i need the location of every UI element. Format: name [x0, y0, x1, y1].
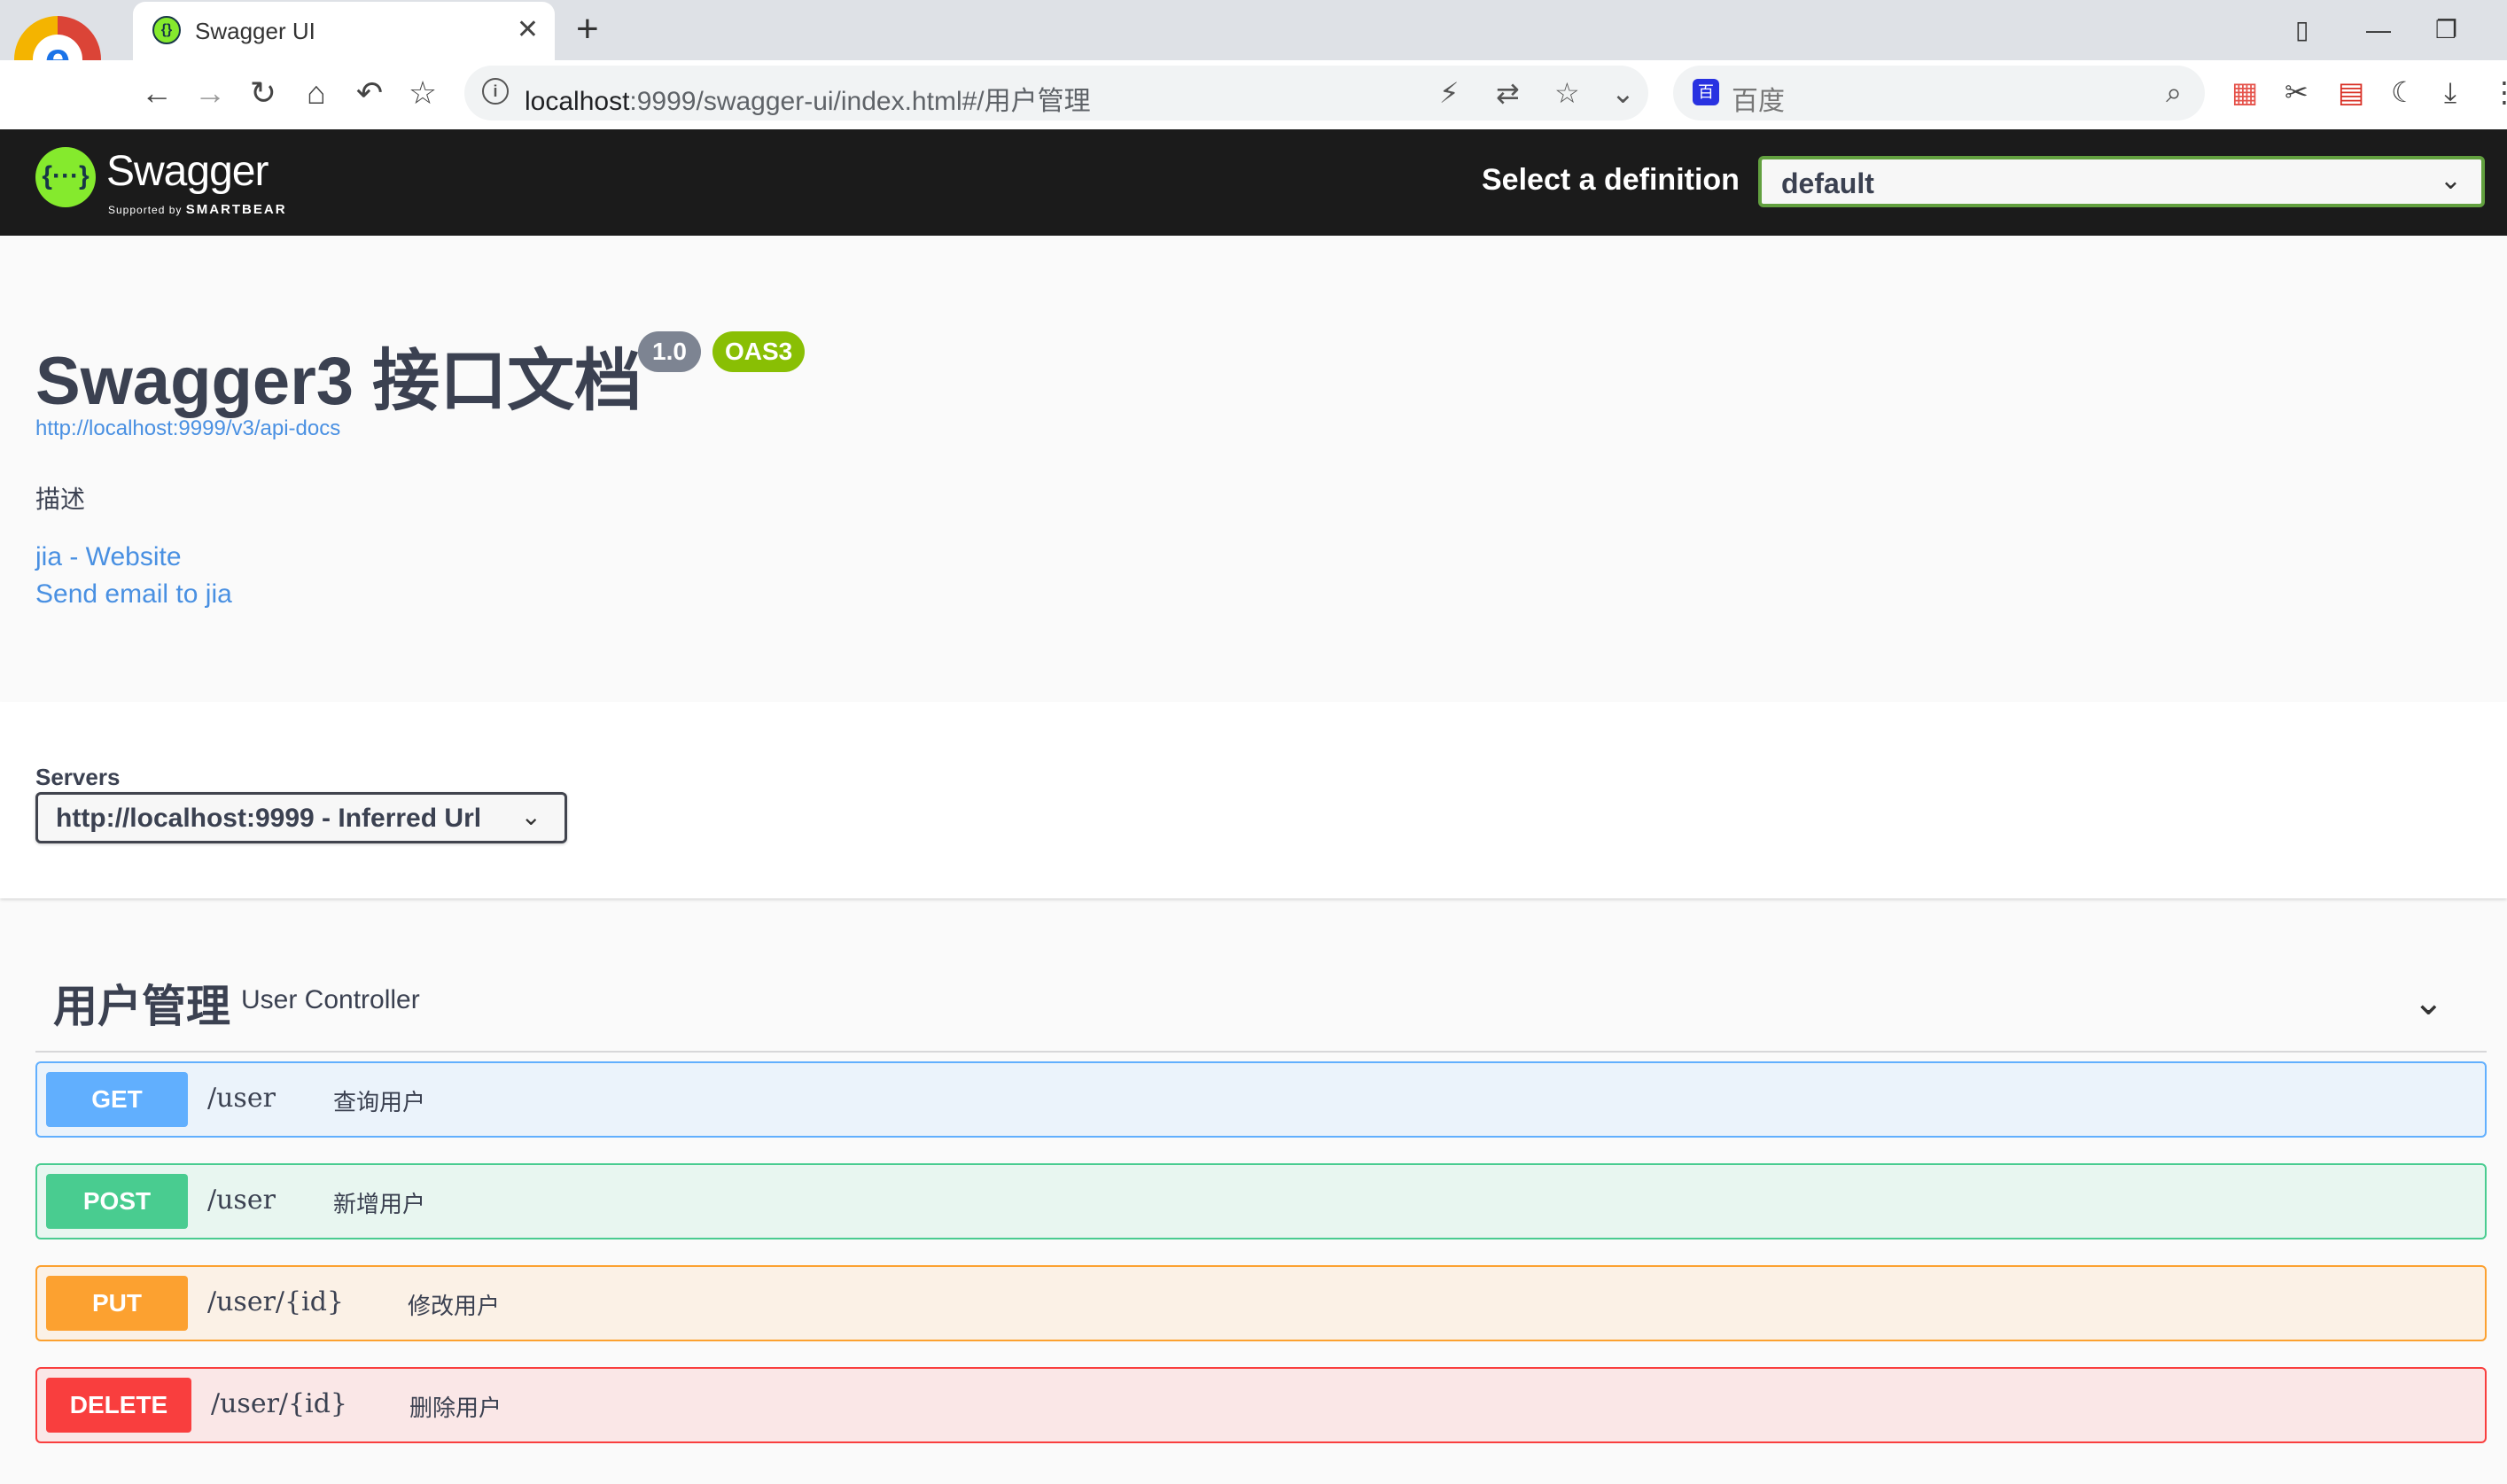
method-badge-delete: DELETE — [46, 1378, 191, 1433]
swagger-logo-icon[interactable]: {···} — [35, 147, 96, 207]
search-icon[interactable]: ⌕ — [2166, 76, 2182, 110]
operation-path: /user — [207, 1185, 276, 1216]
operation-path: /user/{id} — [207, 1286, 344, 1317]
operation-path: /user/{id} — [211, 1388, 347, 1419]
method-badge-get: GET — [46, 1072, 188, 1127]
new-tab-icon[interactable]: + — [576, 7, 599, 51]
operation-delete-user-id[interactable]: DELETE /user/{id} 删除用户 — [35, 1367, 2487, 1443]
address-bar[interactable]: i localhost:9999/swagger-ui/index.html#/… — [464, 66, 1648, 120]
address-url[interactable]: localhost:9999/swagger-ui/index.html#/用户… — [525, 79, 1091, 118]
minimize-icon[interactable]: — — [2366, 12, 2391, 48]
search-box[interactable]: 百 百度 ⌕ — [1673, 66, 2205, 120]
tag-description: User Controller — [241, 985, 420, 1014]
api-title: Swagger3 接口文档 — [35, 344, 642, 419]
operation-summary: 查询用户 — [333, 1089, 426, 1115]
menu-icon[interactable]: ⋮ — [2490, 74, 2507, 110]
operation-path: /user — [207, 1083, 276, 1114]
email-link[interactable]: Send email to jia — [35, 579, 232, 610]
apps-grid-icon[interactable]: ▦ — [2231, 74, 2258, 110]
back-icon[interactable]: ← — [135, 71, 179, 115]
chevron-down-icon: ⌄ — [520, 803, 541, 830]
operation-summary: 新增用户 — [333, 1191, 426, 1217]
download-icon[interactable]: ⤓ — [2444, 74, 2456, 110]
select-definition-label: Select a definition — [1482, 163, 1740, 197]
swagger-brand[interactable]: Swagger — [106, 147, 269, 196]
bookmark-star-icon[interactable]: ☆ — [401, 71, 445, 115]
operation-put-user-id[interactable]: PUT /user/{id} 修改用户 — [35, 1265, 2487, 1341]
tab-strip-icon[interactable]: ▯ — [2295, 12, 2308, 48]
browser-tab[interactable]: {} Swagger UI ✕ — [133, 2, 555, 60]
method-badge-post: POST — [46, 1174, 188, 1229]
home-icon[interactable]: ⌂ — [294, 71, 339, 115]
servers-select[interactable]: http://localhost:9999 - Inferred Url ⌄ — [35, 792, 567, 843]
website-link[interactable]: jia - Website — [35, 542, 182, 572]
swagger-favicon-icon: {} — [152, 16, 181, 44]
forward-icon[interactable]: → — [188, 71, 232, 115]
api-description: 描述 — [35, 486, 86, 513]
method-badge-put: PUT — [46, 1276, 188, 1331]
undo-icon[interactable]: ↶ — [347, 71, 392, 115]
browser-chrome: e {} Swagger UI ✕ + ▯ — ❐ ← → ↻ ⌂ ↶ ☆ i … — [0, 0, 2507, 129]
tag-name: 用户管理 — [53, 982, 230, 1031]
version-badge: 1.0 — [638, 331, 701, 372]
chevron-down-icon[interactable]: ⌄ — [1611, 76, 1635, 110]
operation-get-user[interactable]: GET /user 查询用户 — [35, 1061, 2487, 1138]
chevron-down-icon[interactable]: ⌄ — [2413, 980, 2444, 1023]
operation-summary: 删除用户 — [409, 1395, 502, 1421]
search-placeholder: 百度 — [1732, 87, 1785, 116]
operation-post-user[interactable]: POST /user 新增用户 — [35, 1163, 2487, 1239]
api-docs-link[interactable]: http://localhost:9999/v3/api-docs — [35, 416, 340, 441]
baidu-icon: 百 — [1693, 79, 1719, 105]
swagger-topbar: {···} Swagger Supported by SMARTBEAR Sel… — [0, 129, 2507, 236]
browser-toolbar: ← → ↻ ⌂ ↶ ☆ i localhost:9999/swagger-ui/… — [0, 60, 2507, 129]
reload-icon[interactable]: ↻ — [241, 71, 285, 115]
restore-icon[interactable]: ❐ — [2435, 12, 2457, 48]
oas-badge: OAS3 — [712, 331, 806, 372]
operation-summary: 修改用户 — [408, 1293, 501, 1319]
tag-header-user-management[interactable]: 用户管理 User Controller ⌄ — [35, 955, 2487, 1053]
chevron-down-icon: ⌄ — [2439, 166, 2462, 195]
lightning-icon[interactable]: ⚡ — [1439, 76, 1459, 110]
smartbear-byline: Supported by SMARTBEAR — [108, 202, 287, 217]
scissors-icon[interactable]: ✂ — [2285, 74, 2308, 110]
site-info-icon[interactable]: i — [482, 78, 509, 105]
dark-mode-icon[interactable]: ☾ — [2391, 74, 2417, 110]
servers-section: Servers http://localhost:9999 - Inferred… — [0, 702, 2507, 898]
definition-select[interactable]: default ⌄ — [1758, 156, 2485, 207]
tab-title: Swagger UI — [195, 18, 315, 44]
close-tab-icon[interactable]: ✕ — [517, 12, 539, 48]
translate-icon[interactable]: ⇄ — [1496, 76, 1520, 110]
servers-label: Servers — [35, 764, 121, 790]
servers-select-value: http://localhost:9999 - Inferred Url — [56, 804, 482, 833]
pdf-icon[interactable]: ▤ — [2338, 74, 2364, 110]
favorite-star-icon[interactable]: ☆ — [1554, 76, 1580, 110]
definition-select-value: default — [1781, 167, 1874, 199]
